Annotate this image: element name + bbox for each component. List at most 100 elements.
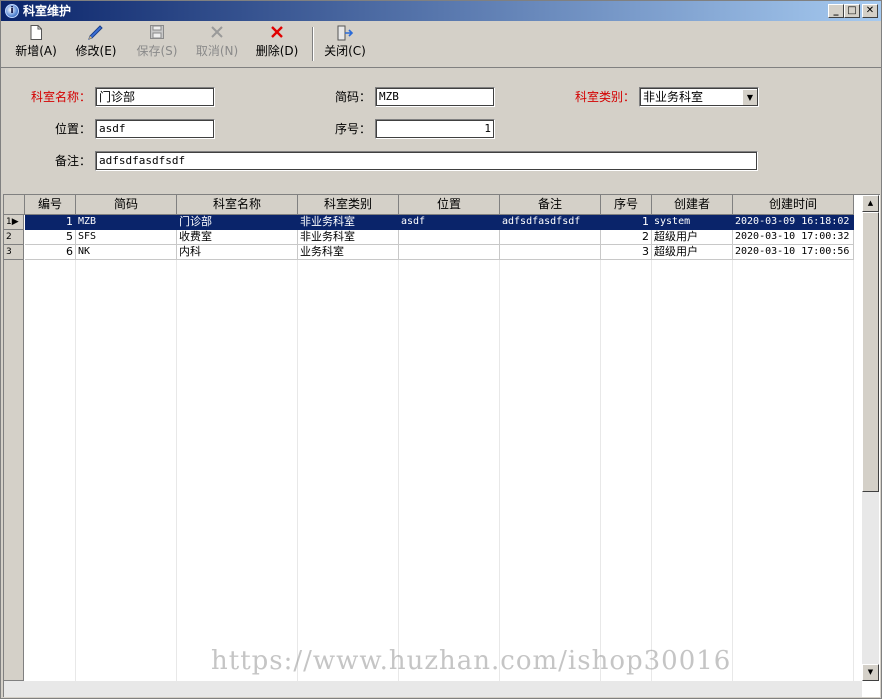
- cell-creator: 超级用户: [652, 245, 733, 260]
- toolbar-separator: [312, 27, 314, 61]
- row-indicator: 3: [4, 245, 24, 260]
- col-header-name[interactable]: 科室名称: [177, 195, 298, 215]
- cell-name: 内科: [177, 245, 298, 260]
- cell-creator: 超级用户: [652, 230, 733, 245]
- table-row[interactable]: 1▶ 1 MZB 门诊部 非业务科室 asdf adfsdfasdfsdf 1 …: [4, 215, 854, 230]
- edit-button-label: 修改(E): [75, 44, 117, 58]
- remark-label: 备注：: [54, 154, 91, 168]
- grid-corner: [4, 195, 25, 215]
- row-indicator: 1▶: [4, 215, 24, 230]
- edit-form: 科室名称： 门诊部 简码： MZB 科室类别： 非业务科室 ▼ 位置： asdf…: [1, 67, 881, 190]
- row-indicator-column: [4, 260, 24, 681]
- cell-location: asdf: [399, 215, 500, 230]
- row-indicator: 2: [4, 230, 24, 245]
- grid-column-line: [297, 215, 298, 681]
- save-button-label: 保存(S): [136, 44, 178, 58]
- cell-code: SFS: [76, 230, 177, 245]
- current-row-arrow-icon: ▶: [11, 217, 19, 227]
- maximize-button[interactable]: □: [844, 4, 860, 18]
- cancel-button[interactable]: 取消(N): [193, 25, 241, 63]
- watermark-text: https://www.huzhan.com/ishop30016: [211, 646, 732, 676]
- delete-button[interactable]: 删除(D): [253, 25, 301, 63]
- title-bar[interactable]: i 科室维护 _ □ ✕: [1, 1, 881, 21]
- dept-type-value: 非业务科室: [643, 90, 704, 104]
- dept-name-label: 科室名称：: [30, 90, 91, 104]
- new-document-icon: [13, 25, 59, 43]
- cell-code: MZB: [76, 215, 177, 230]
- cell-location: [399, 245, 500, 260]
- grid-column-line: [732, 215, 733, 681]
- cell-code: NK: [76, 245, 177, 260]
- minimize-button[interactable]: _: [828, 4, 844, 18]
- cancel-x-icon: [193, 25, 241, 43]
- app-icon: i: [5, 4, 19, 18]
- cancel-button-label: 取消(N): [195, 44, 239, 58]
- remark-input[interactable]: adfsdfasdfsdf: [95, 151, 758, 171]
- close-window-button[interactable]: ✕: [862, 4, 878, 18]
- grid-column-line: [398, 215, 399, 681]
- pencil-icon: [73, 25, 119, 43]
- location-input[interactable]: asdf: [95, 119, 215, 139]
- col-header-seq[interactable]: 序号: [601, 195, 652, 215]
- col-header-id[interactable]: 编号: [25, 195, 76, 215]
- grid-column-line: [853, 215, 854, 681]
- grid-column-line: [499, 215, 500, 681]
- window-title: 科室维护: [23, 4, 72, 18]
- edit-button[interactable]: 修改(E): [73, 25, 119, 63]
- new-button[interactable]: 新增(A): [13, 25, 59, 63]
- save-button[interactable]: 保存(S): [133, 25, 181, 63]
- cell-type: 非业务科室: [298, 215, 399, 230]
- col-header-location[interactable]: 位置: [399, 195, 500, 215]
- scroll-down-icon[interactable]: ▼: [862, 664, 879, 681]
- chevron-down-icon[interactable]: ▼: [742, 89, 757, 105]
- dept-name-input[interactable]: 门诊部: [95, 87, 215, 107]
- cell-id: 5: [25, 230, 76, 245]
- vertical-scrollbar[interactable]: ▲ ▼: [862, 195, 879, 681]
- scroll-thumb[interactable]: [862, 212, 879, 492]
- grid-column-line: [176, 215, 177, 681]
- cell-location: [399, 230, 500, 245]
- seq-input[interactable]: 1: [375, 119, 495, 139]
- cell-seq: 2: [601, 230, 652, 245]
- col-header-code[interactable]: 简码: [76, 195, 177, 215]
- cell-remark: [500, 245, 601, 260]
- cell-remark: adfsdfasdfsdf: [500, 215, 601, 230]
- cell-name: 收费室: [177, 230, 298, 245]
- exit-door-icon: [321, 25, 369, 43]
- short-code-input[interactable]: MZB: [375, 87, 495, 107]
- cell-remark: [500, 230, 601, 245]
- cell-creator: system: [652, 215, 733, 230]
- new-button-label: 新增(A): [15, 44, 57, 58]
- cell-type: 业务科室: [298, 245, 399, 260]
- floppy-disk-icon: [133, 25, 181, 43]
- cell-created: 2020-03-10 17:00:56: [733, 245, 854, 260]
- col-header-type[interactable]: 科室类别: [298, 195, 399, 215]
- table-row[interactable]: 2 5 SFS 收费室 非业务科室 2 超级用户 2020-03-10 17:0…: [4, 230, 854, 245]
- cell-type: 非业务科室: [298, 230, 399, 245]
- location-label: 位置：: [54, 122, 91, 136]
- cell-name: 门诊部: [177, 215, 298, 230]
- col-header-remark[interactable]: 备注: [500, 195, 601, 215]
- horizontal-scrollbar[interactable]: [4, 681, 862, 697]
- delete-button-label: 删除(D): [255, 44, 299, 58]
- close-button[interactable]: 关闭(C): [321, 25, 369, 63]
- cell-seq: 3: [601, 245, 652, 260]
- red-x-icon: [253, 25, 301, 43]
- dept-maintenance-window: i 科室维护 _ □ ✕ 新增(A) 修改(E) 保存(S) 取消(N) 删除(…: [0, 0, 882, 699]
- col-header-created[interactable]: 创建时间: [733, 195, 854, 215]
- toolbar: 新增(A) 修改(E) 保存(S) 取消(N) 删除(D) 关闭(C): [1, 23, 881, 65]
- dept-type-select[interactable]: 非业务科室 ▼: [639, 87, 759, 107]
- col-header-creator[interactable]: 创建者: [652, 195, 733, 215]
- cell-seq: 1: [601, 215, 652, 230]
- scroll-up-icon[interactable]: ▲: [862, 195, 879, 212]
- short-code-label: 简码：: [334, 90, 371, 104]
- dept-grid[interactable]: 编号 简码 科室名称 科室类别 位置 备注 序号 创建者 创建时间 1▶ 1 M…: [3, 194, 880, 697]
- grid-column-line: [75, 215, 76, 681]
- close-button-label: 关闭(C): [324, 44, 366, 58]
- cell-id: 6: [25, 245, 76, 260]
- grid-column-line: [600, 215, 601, 681]
- table-row[interactable]: 3 6 NK 内科 业务科室 3 超级用户 2020-03-10 17:00:5…: [4, 245, 854, 260]
- grid-column-line: [651, 215, 652, 681]
- cell-created: 2020-03-10 17:00:32: [733, 230, 854, 245]
- cell-id: 1: [25, 215, 76, 230]
